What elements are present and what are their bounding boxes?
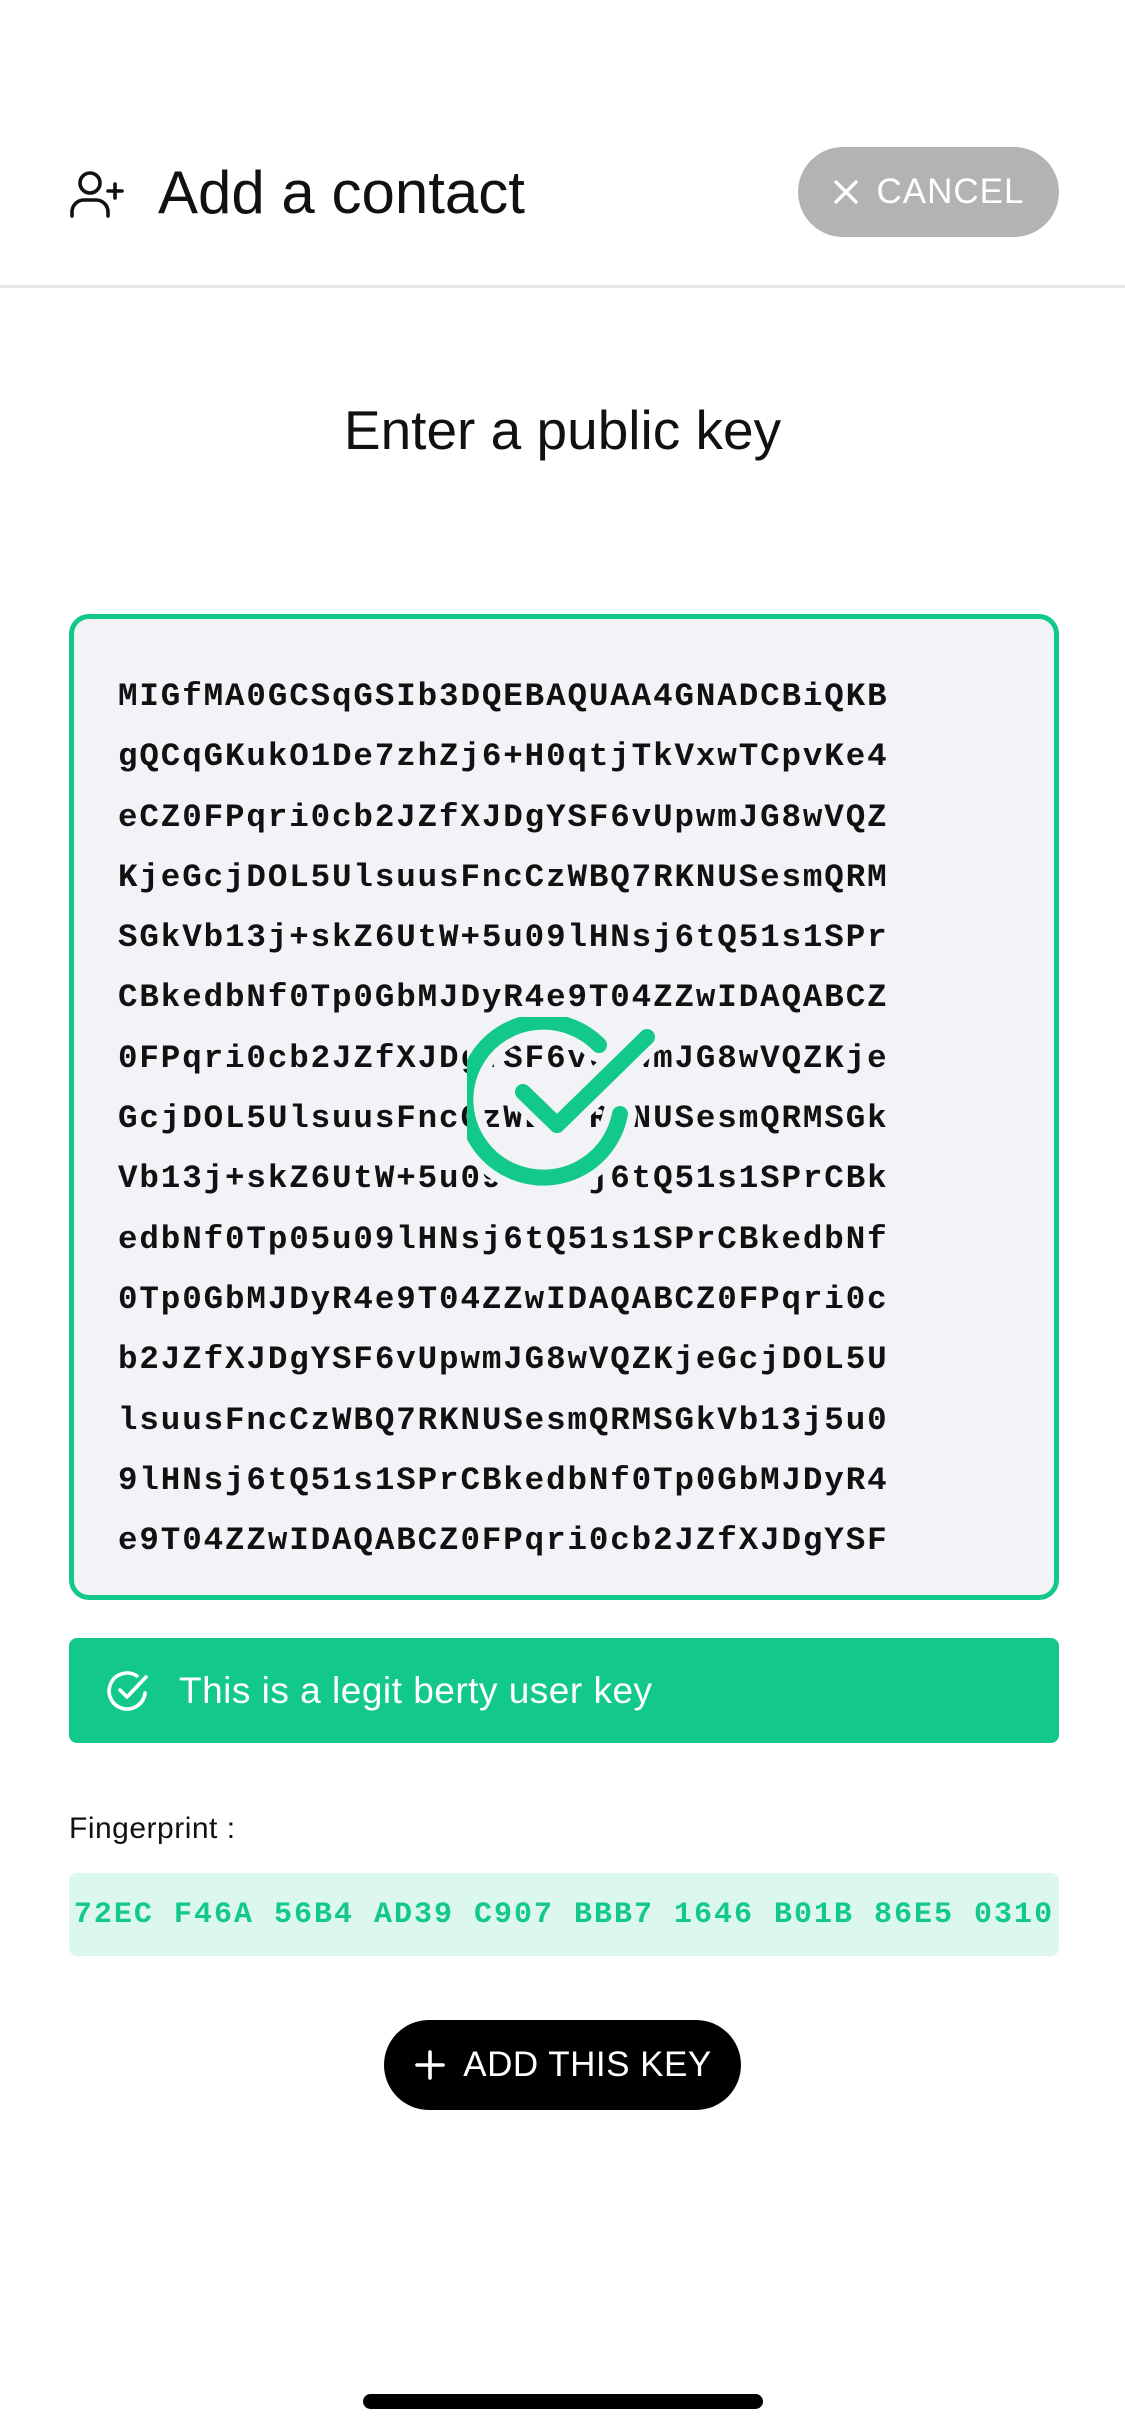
key-line: e9T04ZZwIDAQABCZ0FPqri0cb2JZfXJDgYSF xyxy=(118,1522,889,1560)
add-contact-screen: Add a contact CANCEL Enter a public key … xyxy=(0,0,1125,2436)
header: Add a contact CANCEL xyxy=(0,0,1125,288)
check-circle-icon xyxy=(467,1017,664,1195)
key-line: KjeGcjDOL5UlsuusFncCzWBQ7RKNUSesmQRM xyxy=(118,858,889,896)
cancel-button[interactable]: CANCEL xyxy=(798,147,1059,237)
key-line: gQCqGKukO1De7zhZj6+H0qtjTkVxwTCpvKe4 xyxy=(118,738,889,776)
key-line: MIGfMA0GCSqGSIb3DQEBAQUAA4GNADCBiQKB xyxy=(118,678,889,715)
key-line: SGkVb13j+skZ6UtW+5u09lHNsj6tQ51s1SPr xyxy=(118,919,889,957)
fingerprint-value: 72EC F46A 56B4 AD39 C907 BBB7 1646 B01B … xyxy=(69,1873,1059,1956)
cancel-button-label: CANCEL xyxy=(876,172,1025,211)
add-key-button-label: ADD THIS KEY xyxy=(463,2045,712,2084)
check-circle-icon xyxy=(107,1670,148,1711)
fingerprint-label: Fingerprint : xyxy=(69,1812,236,1845)
section-title: Enter a public key xyxy=(343,399,782,461)
plus-icon xyxy=(415,2050,446,2080)
key-line: 0Tp0GbMJDyR4e9T04ZZwIDAQABCZ0FPqri0c xyxy=(118,1280,889,1318)
page-title: Add a contact xyxy=(158,159,525,226)
key-line: 9lHNsj6tQ51s1SPrCBkedbNf0Tp0GbMJDyR4 xyxy=(118,1461,889,1499)
key-line: lsuusFncCzWBQ7RKNUSesmQRMSGkVb13j5u0 xyxy=(118,1401,889,1439)
public-key-input[interactable]: MIGfMA0GCSqGSIb3DQEBAQUAA4GNADCBiQKB gQC… xyxy=(69,614,1059,1600)
key-line: eCZ0FPqri0cb2JZfXJDgYSF6vUpwmJG8wVQZ xyxy=(118,798,889,836)
validation-message: This is a legit berty user key xyxy=(179,1669,653,1711)
key-line: edbNf0Tp05u09lHNsj6tQ51s1SPrCBkedbNf xyxy=(118,1220,889,1258)
add-user-icon xyxy=(70,171,124,218)
home-indicator[interactable] xyxy=(363,2394,763,2409)
validation-banner: This is a legit berty user key xyxy=(69,1638,1059,1743)
close-icon xyxy=(833,180,858,204)
add-key-button[interactable]: ADD THIS KEY xyxy=(384,2020,741,2110)
key-line: b2JZfXJDgYSF6vUpwmJG8wVQZKjeGcjDOL5U xyxy=(118,1341,889,1379)
